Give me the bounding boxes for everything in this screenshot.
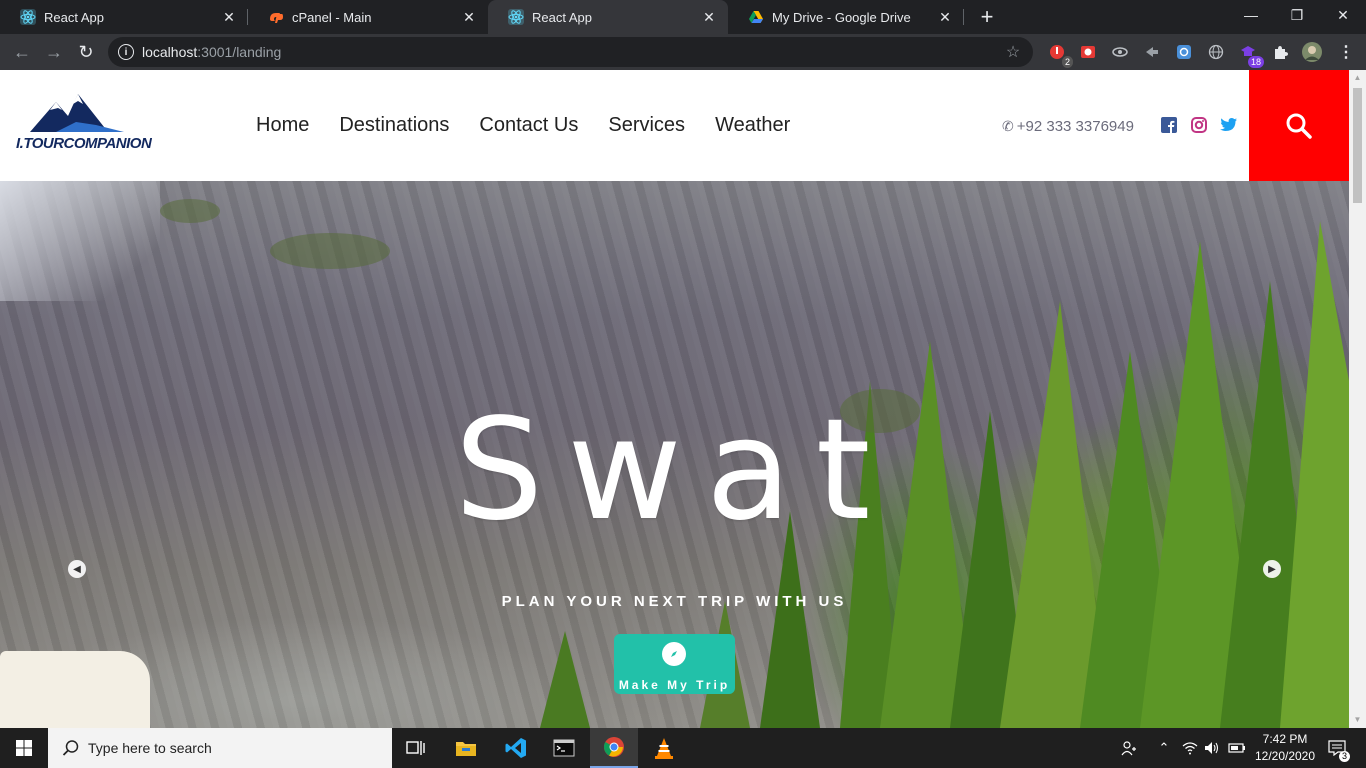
tab-cpanel[interactable]: cPanel - Main ✕ [248, 0, 488, 34]
carousel-prev-button[interactable]: ◀ [68, 560, 86, 578]
extension-badge: 18 [1247, 56, 1264, 68]
taskbar-search-box[interactable]: Type here to search [48, 728, 392, 768]
minimize-button[interactable]: — [1228, 0, 1274, 30]
scroll-up-icon[interactable]: ▲ [1349, 70, 1366, 86]
close-icon[interactable]: ✕ [460, 8, 478, 26]
restore-button[interactable]: ❐ [1274, 0, 1320, 30]
clock-time: 7:42 PM [1262, 732, 1308, 746]
react-icon [508, 9, 524, 25]
vscode-icon[interactable] [492, 728, 540, 768]
close-window-button[interactable]: ✕ [1320, 0, 1366, 30]
search-icon [62, 740, 79, 756]
new-tab-button[interactable]: + [975, 6, 999, 28]
phone-number: +92 333 3376949 [1016, 118, 1134, 135]
browser-toolbar: ← → ↻ i localhost:3001/landing ☆ 2 18 ⋮ [0, 34, 1366, 70]
tab-title: My Drive - Google Drive [772, 9, 911, 25]
scrollbar-thumb[interactable] [1353, 88, 1362, 203]
avatar[interactable] [1302, 42, 1322, 62]
url-host: localhost [142, 44, 198, 60]
react-icon [20, 9, 36, 25]
chrome-icon[interactable] [590, 728, 638, 768]
make-my-trip-button[interactable]: Make My Trip [614, 634, 735, 694]
extension-hat-icon[interactable]: 18 [1238, 42, 1264, 68]
wifi-icon[interactable] [1180, 728, 1200, 768]
file-explorer-icon[interactable] [442, 728, 490, 768]
cpanel-icon [268, 9, 284, 25]
extension-eye-icon[interactable] [1110, 42, 1130, 62]
taskbar-search-placeholder: Type here to search [88, 740, 212, 756]
site-logo[interactable]: I.TOURCOMPANION [16, 92, 152, 152]
browser-tab-strip: React App ✕ cPanel - Main ✕ React App ✕ … [0, 0, 1366, 34]
page-scrollbar[interactable]: ▲ ▼ [1349, 70, 1366, 728]
site-header: I.TOURCOMPANION Home Destinations Contac… [0, 70, 1349, 181]
reload-icon[interactable]: ↻ [74, 40, 98, 64]
volume-icon[interactable] [1202, 728, 1222, 768]
bookmark-star-icon[interactable]: ☆ [1003, 42, 1023, 62]
page-viewport: I.TOURCOMPANION Home Destinations Contac… [0, 70, 1366, 728]
close-icon[interactable]: ✕ [700, 8, 718, 26]
extension-camera-icon[interactable] [1078, 42, 1098, 62]
nav-weather[interactable]: Weather [715, 114, 790, 137]
close-icon[interactable]: ✕ [220, 8, 238, 26]
hero-slider: ◀ ▶ Swat PLAN YOUR NEXT TRIP WITH US Mak… [0, 181, 1349, 728]
tab-react-app-active[interactable]: React App ✕ [488, 0, 728, 34]
notification-count-badge: 3 [1338, 751, 1350, 762]
tab-title: React App [532, 9, 592, 25]
terminal-icon[interactable] [540, 728, 588, 768]
vlc-icon[interactable] [640, 728, 688, 768]
url-path: :3001/landing [197, 44, 282, 60]
search-button[interactable] [1249, 70, 1349, 181]
tab-title: React App [44, 9, 104, 25]
tab-title: cPanel - Main [292, 9, 372, 25]
tab-google-drive[interactable]: My Drive - Google Drive ✕ [728, 0, 964, 34]
people-icon[interactable] [1118, 728, 1140, 768]
hero-subtitle: PLAN YOUR NEXT TRIP WITH US [501, 593, 848, 610]
info-icon[interactable]: i [118, 44, 134, 60]
phone-contact[interactable]: ✆ +92 333 3376949 [1002, 118, 1134, 135]
windows-taskbar: Type here to search ⌃ 7:42 PM 12/20/2020… [0, 728, 1366, 768]
notification-center-icon[interactable]: 3 [1322, 728, 1352, 768]
make-my-trip-label: Make My Trip [618, 678, 731, 692]
windows-logo-icon [16, 740, 32, 756]
facebook-icon[interactable] [1160, 116, 1178, 134]
extension-badge-icon[interactable] [1174, 42, 1194, 62]
close-icon[interactable]: ✕ [936, 8, 954, 26]
carousel-next-button[interactable]: ▶ [1263, 560, 1281, 578]
compass-icon [662, 642, 686, 666]
clock-date: 12/20/2020 [1254, 749, 1316, 763]
nav-contact-us[interactable]: Contact Us [479, 114, 578, 137]
hero-title: Swat [454, 389, 895, 552]
chevron-up-icon[interactable]: ⌃ [1154, 728, 1174, 768]
forward-arrow-icon[interactable]: → [42, 40, 66, 64]
extension-globe-icon[interactable] [1206, 42, 1226, 62]
hero-tent [0, 651, 150, 728]
more-menu-icon[interactable]: ⋮ [1336, 42, 1356, 62]
tab-separator [963, 9, 964, 25]
mountain-logo-icon [30, 94, 124, 132]
twitter-icon[interactable] [1220, 116, 1238, 134]
main-nav: Home Destinations Contact Us Services We… [256, 114, 820, 137]
google-drive-icon [748, 9, 764, 25]
extension-shield-icon[interactable]: 2 [1047, 42, 1073, 68]
tab-react-app-1[interactable]: React App ✕ [0, 0, 248, 34]
battery-icon[interactable] [1226, 728, 1248, 768]
logo-text: I.TOURCOMPANION [16, 135, 152, 152]
puzzle-icon[interactable] [1270, 42, 1290, 62]
url-text[interactable]: localhost:3001/landing [142, 44, 1003, 60]
extension-badge: 2 [1061, 56, 1073, 68]
task-view-icon[interactable] [392, 728, 440, 768]
taskbar-clock[interactable]: 7:42 PM 12/20/2020 [1250, 731, 1320, 765]
nav-destinations[interactable]: Destinations [339, 114, 449, 137]
extension-arrow-icon[interactable] [1142, 42, 1162, 62]
back-arrow-icon[interactable]: ← [10, 40, 34, 64]
nav-services[interactable]: Services [608, 114, 685, 137]
search-icon [1286, 113, 1312, 139]
scroll-down-icon[interactable]: ▼ [1349, 712, 1366, 728]
windows-start-button[interactable] [0, 728, 48, 768]
phone-icon: ✆ [1002, 118, 1014, 134]
instagram-icon[interactable] [1190, 116, 1208, 134]
address-bar[interactable]: i localhost:3001/landing ☆ [108, 37, 1033, 67]
nav-home[interactable]: Home [256, 114, 309, 137]
